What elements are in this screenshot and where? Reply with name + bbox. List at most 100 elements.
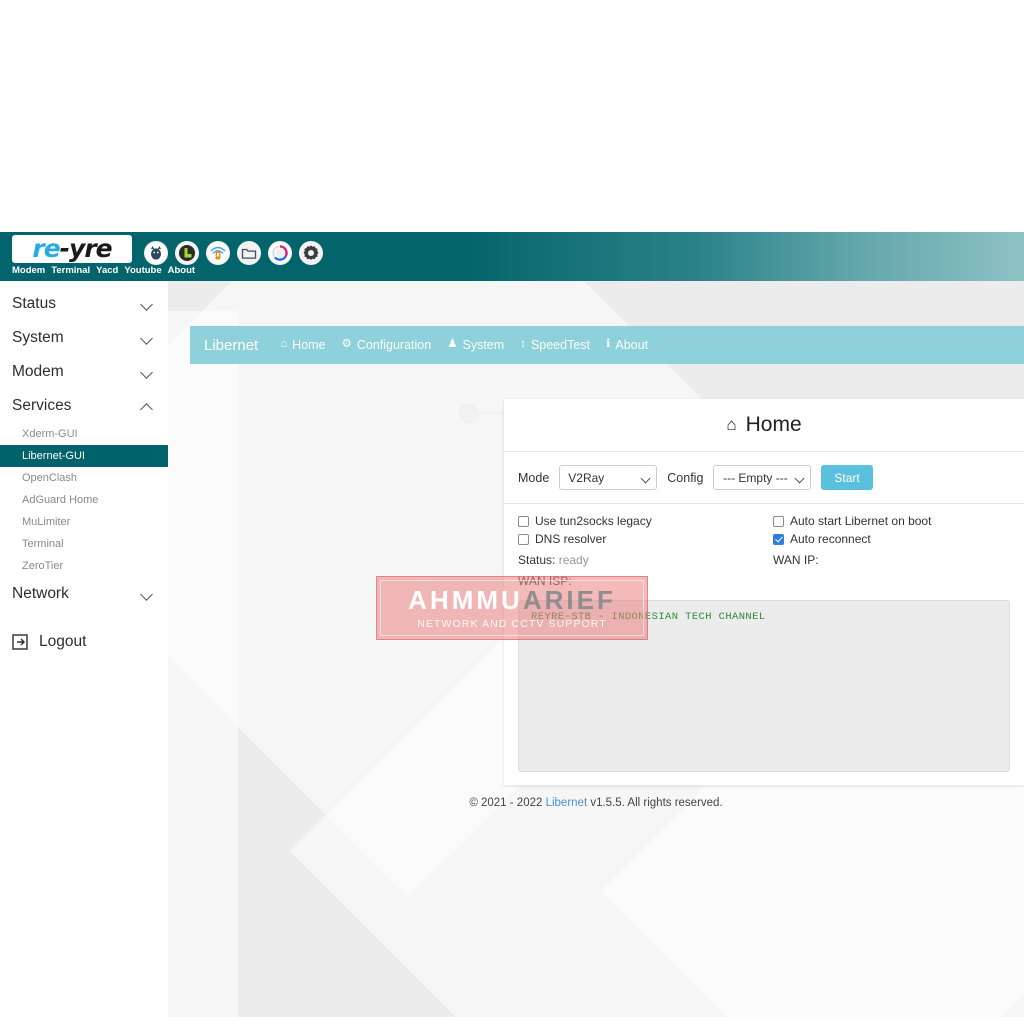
sidebar-item-network-label: Network [12, 585, 69, 602]
sidebar-item-status-label: Status [12, 295, 56, 312]
sidebar-item-status[interactable]: Status [0, 287, 168, 321]
status-label: Status: [518, 553, 556, 567]
checkbox-tun2socks-legacy-label: Use tun2socks legacy [535, 514, 652, 528]
sidebar-item-openclash[interactable]: OpenClash [0, 467, 168, 489]
logo-part-2: -yre [59, 234, 113, 263]
options-grid: Use tun2socks legacy Auto start Libernet… [504, 504, 1024, 594]
wan-ip-label: WAN IP: [773, 553, 819, 567]
brand-logo-block: re-yre Modem Terminal Yacd Youtube About [12, 235, 195, 276]
header-link-yacd[interactable]: Yacd [96, 265, 118, 276]
sidebar-item-xderm-gui[interactable]: Xderm-GUI [0, 423, 168, 445]
wan-isp-label: WAN ISP: [518, 574, 572, 588]
start-button[interactable]: Start [821, 465, 873, 490]
sidebar-item-libernet-gui[interactable]: Libernet-GUI [0, 445, 168, 467]
updown-arrow-icon: ↕ [520, 338, 526, 351]
chevron-up-icon [141, 402, 154, 410]
checkbox-dns-resolver-label: DNS resolver [535, 532, 607, 546]
info-icon: ℹ [606, 338, 611, 351]
nav-tab-speedtest[interactable]: ↕ SpeedTest [520, 338, 590, 352]
sidebar: Status System Modem Services Xderm-GUI L… [0, 281, 168, 1024]
page-title-label: Home [745, 413, 802, 436]
header-link-youtube[interactable]: Youtube [124, 265, 161, 276]
sidebar-item-mulimiter[interactable]: MuLimiter [0, 511, 168, 533]
status-value: ready [558, 553, 589, 567]
gears-icon: ⚙ [341, 338, 352, 351]
chevron-down-icon [141, 590, 154, 598]
sidebar-item-modem[interactable]: Modem [0, 355, 168, 389]
footer: © 2021 - 2022 Libernet v1.5.5. All right… [168, 797, 1024, 809]
checkbox-auto-reconnect-label: Auto reconnect [790, 532, 871, 546]
home-icon: ⌂ [280, 338, 288, 351]
header-link-about[interactable]: About [168, 265, 195, 276]
mode-select-wrapper: V2Ray [559, 465, 658, 490]
mode-config-row: Mode V2Ray Config --- Empty --- Start [504, 452, 1024, 504]
mode-select[interactable]: V2Ray [559, 465, 658, 490]
logo-part-1: re [32, 234, 60, 263]
user-icon: ♟ [447, 338, 458, 351]
home-card: ⌂ Home Mode V2Ray Config --- Empty --- S… [504, 399, 1024, 785]
checkbox-dns-resolver[interactable]: DNS resolver [518, 532, 773, 546]
nav-tab-configuration[interactable]: ⚙ Configuration [342, 338, 432, 352]
checkbox-box[interactable] [518, 515, 529, 527]
router-wifi-icon[interactable] [206, 241, 230, 265]
nav-tab-system[interactable]: ♟ System [447, 338, 504, 352]
checkbox-box[interactable] [773, 533, 784, 545]
sidebar-item-services-label: Services [12, 397, 72, 414]
logout-label: Logout [39, 633, 87, 650]
libernet-admin-window: re-yre Modem Terminal Yacd Youtube About [0, 232, 1024, 1024]
sidebar-item-system[interactable]: System [0, 321, 168, 355]
folder-icon[interactable] [237, 241, 261, 265]
wan-ip-line: WAN IP: [773, 550, 1010, 567]
sidebar-item-network[interactable]: Network [0, 577, 168, 611]
top-header-bar: re-yre Modem Terminal Yacd Youtube About [0, 232, 1024, 281]
config-select-wrapper: --- Empty --- [713, 465, 812, 490]
nav-tab-about[interactable]: ℹ About [606, 338, 648, 352]
libernet-navbar: Libernet ⌂ Home ⚙ Configuration ♟ System… [190, 326, 1024, 364]
mode-label: Mode [518, 470, 550, 485]
sidebar-item-services[interactable]: Services [0, 389, 168, 423]
checkbox-auto-start-on-boot[interactable]: Auto start Libernet on boot [773, 514, 1010, 528]
logo-text: re-yre [18, 236, 126, 261]
footer-libernet-link[interactable]: Libernet [546, 797, 588, 809]
logout-icon [12, 634, 28, 650]
home-icon: ⌂ [726, 415, 737, 434]
clash-cat-icon[interactable] [144, 241, 168, 265]
page-title: ⌂ Home [504, 399, 1024, 452]
nav-tab-system-label: System [462, 338, 505, 352]
checkbox-box[interactable] [773, 515, 784, 527]
config-label: Config [667, 470, 704, 485]
header-link-modem[interactable]: Modem [12, 265, 45, 276]
config-select[interactable]: --- Empty --- [713, 465, 812, 490]
sidebar-item-terminal[interactable]: Terminal [0, 533, 168, 555]
content-area: Libernet ⌂ Home ⚙ Configuration ♟ System… [168, 281, 1024, 1017]
libernet-l-icon[interactable] [175, 241, 199, 265]
sidebar-item-modem-label: Modem [12, 363, 64, 380]
wan-isp-line: WAN ISP: [518, 571, 773, 588]
sidebar-item-zerotier[interactable]: ZeroTier [0, 555, 168, 577]
nav-tab-home-label: Home [292, 338, 326, 352]
nav-tab-speedtest-label: SpeedTest [530, 338, 591, 352]
log-output[interactable]: REYRE-STB - INDONESIAN TECH CHANNEL [518, 600, 1010, 772]
header-quick-links[interactable]: Modem Terminal Yacd Youtube About [12, 265, 195, 276]
gear-icon[interactable] [299, 241, 323, 265]
nav-tab-configuration-label: Configuration [356, 338, 432, 352]
chevron-down-icon [141, 334, 154, 342]
checkbox-auto-reconnect[interactable]: Auto reconnect [773, 532, 1010, 546]
logout-button[interactable]: Logout [0, 623, 168, 661]
header-icon-row [144, 241, 323, 265]
navbar-brand[interactable]: Libernet [204, 337, 258, 354]
sidebar-item-adguard-home[interactable]: AdGuard Home [0, 489, 168, 511]
background-decoration [168, 311, 238, 1017]
checkbox-box[interactable] [518, 533, 529, 545]
speedometer-icon[interactable] [268, 241, 292, 265]
sidebar-item-system-label: System [12, 329, 64, 346]
background-node-dot [460, 405, 477, 422]
header-link-terminal[interactable]: Terminal [51, 265, 90, 276]
nav-tab-home[interactable]: ⌂ Home [280, 338, 325, 352]
nav-tab-about-label: About [615, 338, 649, 352]
log-line: REYRE-STB - INDONESIAN TECH CHANNEL [531, 611, 766, 623]
chevron-down-icon [141, 368, 154, 376]
chevron-down-icon [141, 300, 154, 308]
footer-prefix: © 2021 - 2022 [469, 797, 546, 809]
checkbox-tun2socks-legacy[interactable]: Use tun2socks legacy [518, 514, 773, 528]
